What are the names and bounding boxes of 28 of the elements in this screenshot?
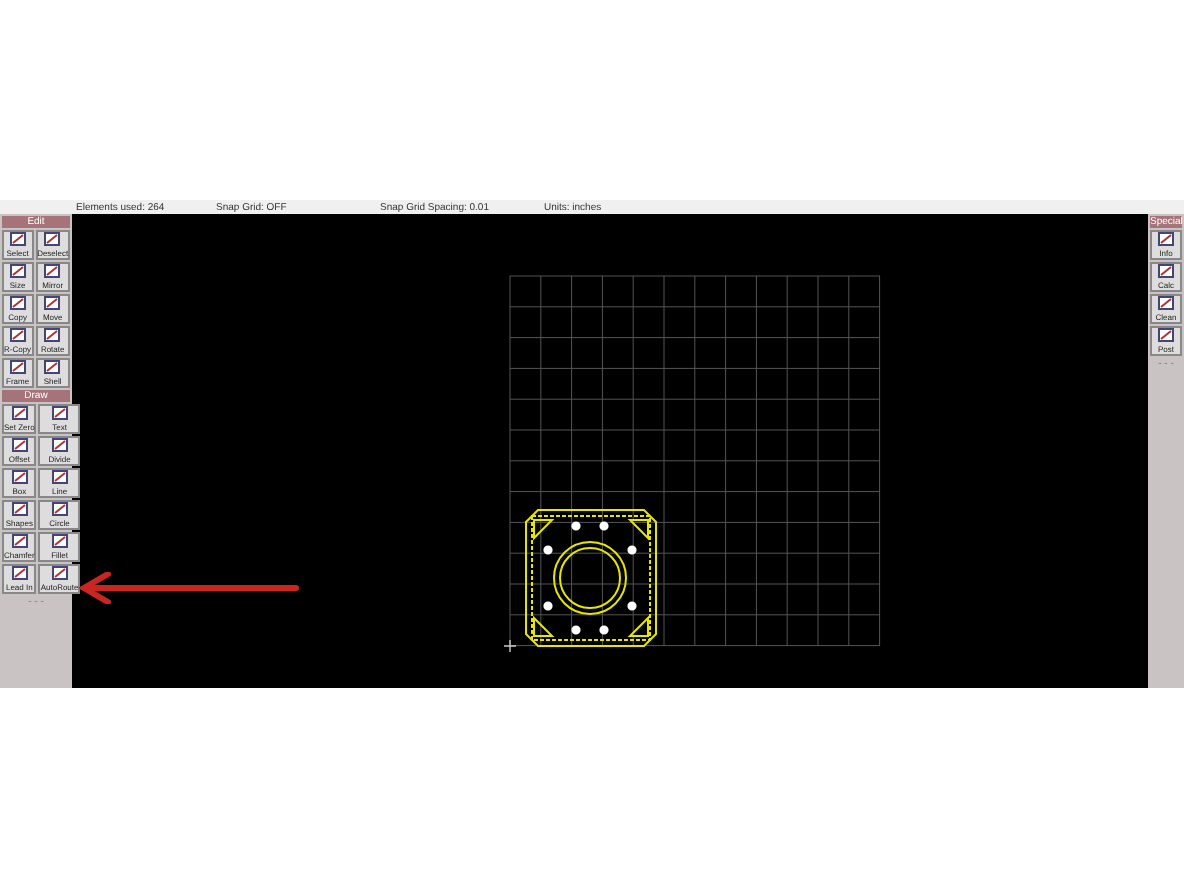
tool-sketch-icon — [44, 360, 61, 374]
tool-sketch-icon — [44, 264, 61, 278]
tool-sketch-icon — [44, 296, 61, 310]
tool-sketch-icon — [11, 502, 28, 516]
crosshair-icon — [503, 639, 517, 653]
tool-sketch-icon — [51, 470, 68, 484]
tool-sketch-icon — [1158, 328, 1174, 342]
tool-sketch-icon — [51, 566, 68, 580]
tool-sketch-icon — [9, 360, 26, 374]
tool-sketch-icon — [44, 232, 61, 246]
tool-sketch-icon — [9, 296, 26, 310]
tool-sketch-icon — [51, 534, 68, 548]
tool-sketch-icon — [44, 328, 61, 342]
tool-sketch-icon — [9, 232, 26, 246]
tool-sketch-icon — [9, 264, 26, 278]
part-outline-drawing — [525, 509, 657, 647]
tool-sketch-icon — [11, 566, 28, 580]
tool-sketch-icon — [11, 470, 28, 484]
tool-sketch-icon — [11, 406, 28, 420]
tool-sketch-icon — [51, 502, 68, 516]
tool-sketch-icon — [11, 438, 28, 452]
tool-sketch-icon — [51, 438, 68, 452]
tool-sketch-icon — [9, 328, 26, 342]
tool-sketch-icon — [51, 406, 68, 420]
tool-sketch-icon — [1158, 264, 1174, 278]
tool-sketch-icon — [11, 534, 28, 548]
tool-sketch-icon — [1158, 232, 1174, 246]
tool-sketch-icon — [1158, 296, 1174, 310]
